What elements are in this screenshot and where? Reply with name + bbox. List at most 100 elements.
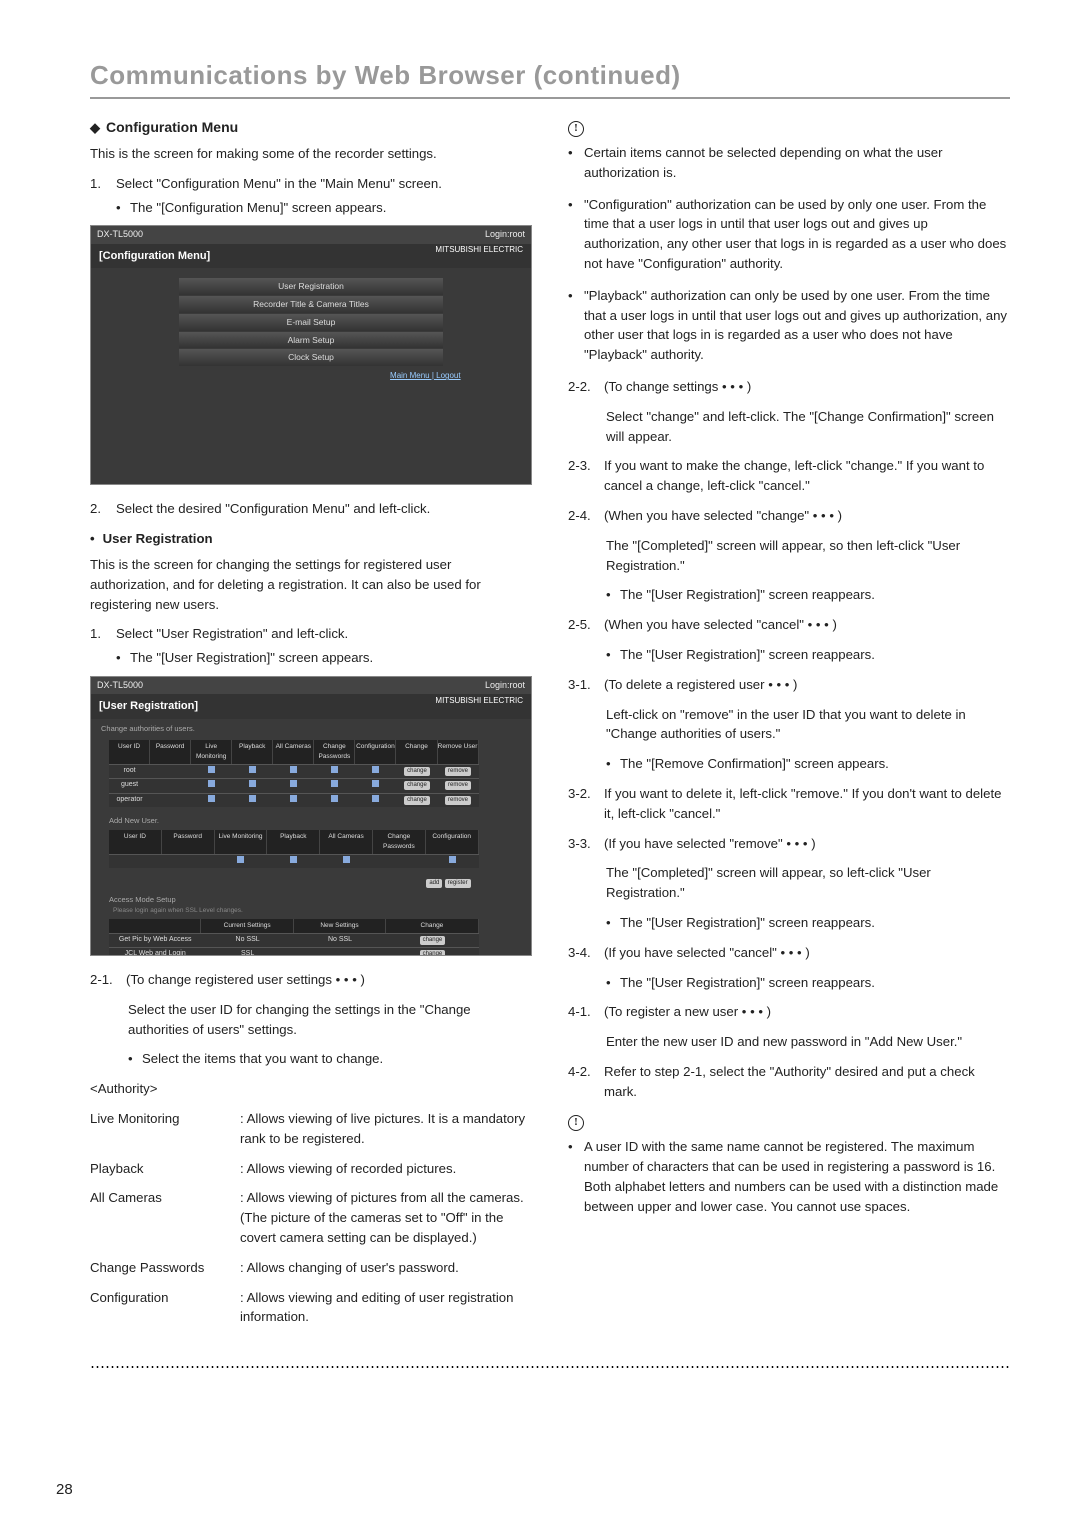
th: Change bbox=[386, 919, 478, 933]
remove-btn: remove bbox=[445, 796, 471, 805]
th: Change Passwords bbox=[373, 830, 426, 854]
step-bullet: The "[Configuration Menu]" screen appear… bbox=[90, 198, 532, 218]
ss-model: DX-TL5000 bbox=[97, 228, 143, 242]
step-paragraph: Select "change" and left-click. The "[Ch… bbox=[568, 407, 1010, 447]
th: Configuration bbox=[426, 830, 479, 854]
step-bullet: Select the items that you want to change… bbox=[90, 1049, 532, 1069]
step-text: (When you have selected "change" • • • ) bbox=[604, 506, 1010, 526]
auth-desc: : Allows viewing of live pictures. It is… bbox=[240, 1109, 532, 1149]
step-number: 2-2. bbox=[568, 377, 604, 397]
change-btn: change bbox=[420, 950, 446, 956]
step-number: 1. bbox=[90, 624, 116, 644]
auth-desc: : Allows viewing of recorded pictures. bbox=[240, 1159, 532, 1179]
th: Playback bbox=[267, 830, 320, 854]
th: Password bbox=[162, 830, 215, 854]
step-number: 2-5. bbox=[568, 615, 604, 635]
user-reg-heading: User Registration bbox=[90, 529, 532, 549]
step-bullet: The "[Remove Confirmation]" screen appea… bbox=[568, 754, 1010, 774]
th: Password bbox=[150, 740, 191, 764]
ss-login: Login:root bbox=[485, 228, 525, 242]
auth-label: Configuration bbox=[90, 1288, 240, 1328]
register-btn: register bbox=[445, 879, 471, 888]
td: No SSL bbox=[294, 934, 386, 947]
auth-label: Playback bbox=[90, 1159, 240, 1179]
th: Live Monitoring bbox=[191, 740, 232, 764]
auth-desc: : Allows viewing and editing of user reg… bbox=[240, 1288, 532, 1328]
user-reg-screenshot: DX-TL5000 Login:root [User Registration]… bbox=[90, 676, 532, 956]
step-bullet: The "[User Registration]" screen reappea… bbox=[568, 973, 1010, 993]
auth-label: Change Passwords bbox=[90, 1258, 240, 1278]
ss-menu-item: Clock Setup bbox=[179, 349, 443, 366]
ss-model: DX-TL5000 bbox=[97, 679, 143, 693]
td: No SSL bbox=[201, 934, 293, 947]
step-text: If you want to delete it, left-click "re… bbox=[604, 784, 1010, 824]
step-text: (To change registered user settings • • … bbox=[126, 970, 532, 990]
step-text: (To register a new user • • • ) bbox=[604, 1002, 1010, 1022]
user-table: User ID Password Live Monitoring Playbac… bbox=[109, 740, 479, 807]
td: JCL Web and Login bbox=[109, 948, 201, 956]
ss-menu-item: User Registration bbox=[179, 278, 443, 295]
th: Remove User bbox=[438, 740, 479, 764]
ss-nav-links: Main Menu | Logout bbox=[91, 370, 531, 382]
th: Change bbox=[396, 740, 437, 764]
warning-item: "Configuration" authorization can be use… bbox=[568, 195, 1010, 274]
user-reg-paragraph: This is the screen for changing the sett… bbox=[90, 555, 532, 614]
step-text: (If you have selected "cancel" • • • ) bbox=[604, 943, 1010, 963]
ss-menu-item: Recorder Title & Camera Titles bbox=[179, 296, 443, 313]
auth-label: All Cameras bbox=[90, 1188, 240, 1247]
step-number: 4-2. bbox=[568, 1062, 604, 1102]
step-text: (To change settings • • • ) bbox=[604, 377, 1010, 397]
warning-item: A user ID with the same name cannot be r… bbox=[568, 1137, 1010, 1216]
ss-subtitle: Change authorities of users. bbox=[101, 723, 521, 734]
page-title: Communications by Web Browser (continued… bbox=[90, 60, 1010, 99]
th: New Settings bbox=[294, 919, 386, 933]
step-number: 2. bbox=[90, 499, 116, 519]
change-btn: change bbox=[404, 781, 430, 790]
access-mode-table: Current Settings New Settings Change Get… bbox=[109, 919, 479, 956]
step-number: 3-3. bbox=[568, 834, 604, 854]
td: Get Pic by Web Access bbox=[109, 934, 201, 947]
remove-btn: remove bbox=[445, 767, 471, 776]
step-text: Refer to step 2-1, select the "Authority… bbox=[604, 1062, 1010, 1102]
ss-menu-item: Alarm Setup bbox=[179, 332, 443, 349]
warning-item: "Playback" authorization can only be use… bbox=[568, 286, 1010, 365]
step-number: 4-1. bbox=[568, 1002, 604, 1022]
step-paragraph: The "[Completed]" screen will appear, so… bbox=[568, 536, 1010, 576]
access-mode-label: Access Mode Setup bbox=[109, 894, 521, 905]
change-btn: change bbox=[404, 767, 430, 776]
remove-btn: remove bbox=[445, 781, 471, 790]
step-number: 3-2. bbox=[568, 784, 604, 824]
step-paragraph: Enter the new user ID and new password i… bbox=[568, 1032, 1010, 1052]
step-number: 2-1. bbox=[90, 970, 126, 990]
config-menu-heading: Configuration Menu bbox=[90, 117, 532, 138]
mitsubishi-logo: MITSUBISHI ELECTRIC bbox=[435, 695, 523, 707]
change-btn: change bbox=[404, 796, 430, 805]
add-btn: add bbox=[426, 879, 442, 888]
step-bullet: The "[User Registration]" screen reappea… bbox=[568, 645, 1010, 665]
auth-label: Live Monitoring bbox=[90, 1109, 240, 1149]
warning-icon: ! bbox=[568, 121, 584, 137]
config-intro: This is the screen for making some of th… bbox=[90, 144, 532, 164]
warning-icon: ! bbox=[568, 1115, 584, 1131]
th: All Cameras bbox=[320, 830, 373, 854]
ss-menu-item: E-mail Setup bbox=[179, 314, 443, 331]
authority-heading: <Authority> bbox=[90, 1079, 532, 1099]
warning-item: Certain items cannot be selected dependi… bbox=[568, 143, 1010, 183]
add-user-table: User ID Password Live Monitoring Playbac… bbox=[109, 830, 479, 868]
right-column: ! Certain items cannot be selected depen… bbox=[568, 117, 1010, 1337]
auth-desc: : Allows viewing of pictures from all th… bbox=[240, 1188, 532, 1247]
step-text: (If you have selected "remove" • • • ) bbox=[604, 834, 1010, 854]
auth-desc: : Allows changing of user's password. bbox=[240, 1258, 532, 1278]
step-bullet: The "[User Registration]" screen reappea… bbox=[568, 913, 1010, 933]
page-number: 28 bbox=[56, 1481, 73, 1498]
add-user-label: Add New User. bbox=[109, 815, 521, 826]
step-bullet: The "[User Registration]" screen appears… bbox=[90, 648, 532, 668]
step-number: 3-4. bbox=[568, 943, 604, 963]
dotted-separator bbox=[90, 1365, 1010, 1369]
td: root bbox=[109, 765, 150, 779]
step-text: If you want to make the change, left-cli… bbox=[604, 456, 1010, 496]
left-column: Configuration Menu This is the screen fo… bbox=[90, 117, 532, 1337]
step-text: Select "User Registration" and left-clic… bbox=[116, 624, 532, 644]
step-bullet: The "[User Registration]" screen reappea… bbox=[568, 585, 1010, 605]
td: operator bbox=[109, 794, 150, 808]
